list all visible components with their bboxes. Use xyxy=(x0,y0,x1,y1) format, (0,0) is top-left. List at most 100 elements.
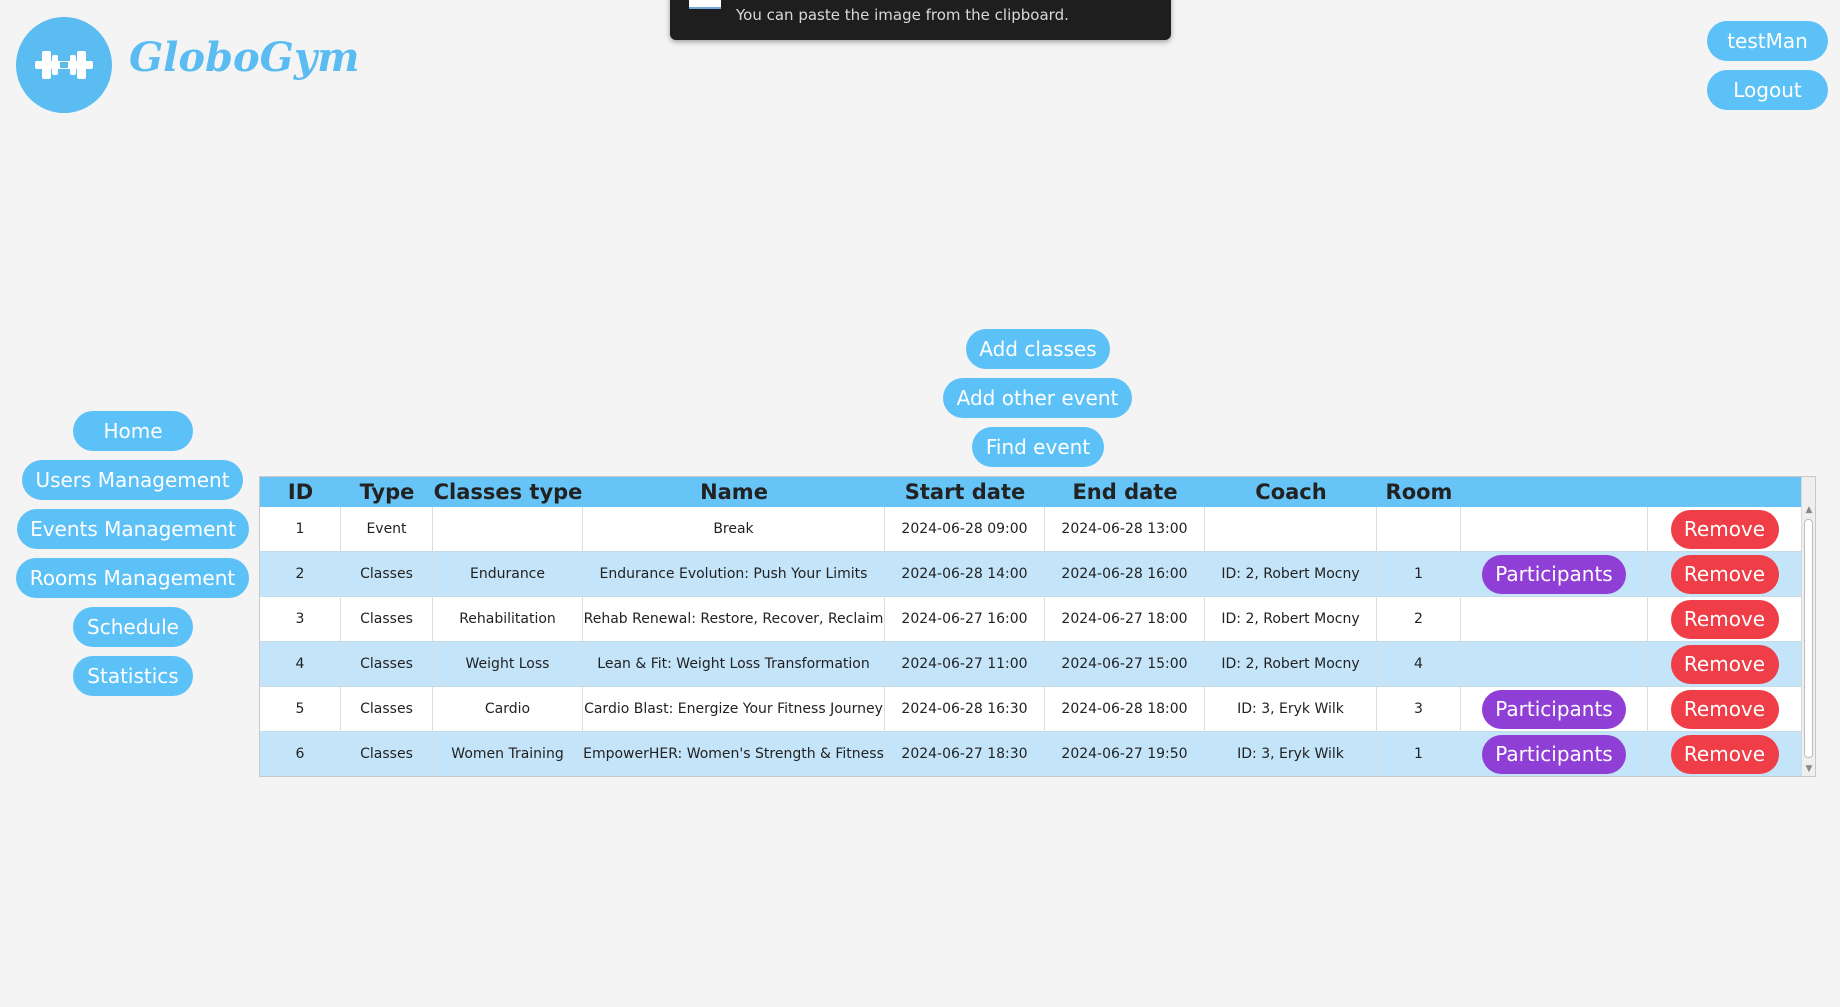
remove-button[interactable]: Remove xyxy=(1670,644,1779,684)
cell-id: 6 xyxy=(260,732,341,776)
cell-remove: Remove xyxy=(1648,597,1801,641)
cell-remove: Remove xyxy=(1648,507,1801,551)
column-header-classes-type[interactable]: Classes type xyxy=(433,477,583,507)
cell-type: Classes xyxy=(341,552,433,596)
column-header-id[interactable]: ID xyxy=(260,477,341,507)
cell-type: Classes xyxy=(341,642,433,686)
cell-start-date: 2024-06-27 16:00 xyxy=(885,597,1045,641)
logout-button[interactable]: Logout xyxy=(1707,70,1828,110)
cell-id: 1 xyxy=(260,507,341,551)
column-header-end-date[interactable]: End date xyxy=(1045,477,1205,507)
remove-button[interactable]: Remove xyxy=(1670,554,1779,594)
cell-name: Lean & Fit: Weight Loss Transformation xyxy=(583,642,885,686)
image-thumbnail-icon xyxy=(689,0,721,9)
sidebar-item-events-management[interactable]: Events Management xyxy=(17,509,249,549)
cell-coach: ID: 2, Robert Mocny xyxy=(1205,642,1377,686)
cell-start-date: 2024-06-28 16:30 xyxy=(885,687,1045,731)
cell-room: 1 xyxy=(1377,732,1461,776)
cell-remove: Remove xyxy=(1648,552,1801,596)
table-vertical-scrollbar[interactable]: ▲ ▼ xyxy=(1801,477,1815,776)
sidebar-item-home[interactable]: Home xyxy=(73,411,193,451)
table-header: ID Type Classes type Name Start date End… xyxy=(260,477,1801,507)
find-event-button[interactable]: Find event xyxy=(972,427,1104,467)
cell-room xyxy=(1377,507,1461,551)
remove-button[interactable]: Remove xyxy=(1670,734,1779,774)
cell-type: Event xyxy=(341,507,433,551)
scroll-up-arrow-icon[interactable]: ▲ xyxy=(1803,503,1815,517)
cell-remove: Remove xyxy=(1648,732,1801,776)
add-other-event-button[interactable]: Add other event xyxy=(943,378,1132,418)
add-classes-button[interactable]: Add classes xyxy=(966,329,1110,369)
cell-id: 4 xyxy=(260,642,341,686)
sidebar-item-statistics[interactable]: Statistics xyxy=(73,656,193,696)
cell-classes-type: Women Training xyxy=(433,732,583,776)
table-row[interactable]: 4 Classes Weight Loss Lean & Fit: Weight… xyxy=(260,642,1801,687)
cell-end-date: 2024-06-28 13:00 xyxy=(1045,507,1205,551)
table-row[interactable]: 2 Classes Endurance Endurance Evolution:… xyxy=(260,552,1801,597)
brand-name: GloboGym xyxy=(129,34,360,81)
cell-name: Cardio Blast: Energize Your Fitness Jour… xyxy=(583,687,885,731)
participants-button[interactable]: Participants xyxy=(1482,554,1626,594)
sidebar-item-schedule[interactable]: Schedule xyxy=(73,607,193,647)
cell-coach: ID: 3, Eryk Wilk xyxy=(1205,732,1377,776)
cell-type: Classes xyxy=(341,732,433,776)
cell-name: Break xyxy=(583,507,885,551)
column-header-name[interactable]: Name xyxy=(583,477,885,507)
table-row[interactable]: 3 Classes Rehabilitation Rehab Renewal: … xyxy=(260,597,1801,642)
username-button[interactable]: testMan xyxy=(1707,21,1828,61)
column-header-start-date[interactable]: Start date xyxy=(885,477,1045,507)
cell-room: 1 xyxy=(1377,552,1461,596)
cell-coach: ID: 2, Robert Mocny xyxy=(1205,552,1377,596)
participants-button[interactable]: Participants xyxy=(1482,689,1626,729)
cell-id: 5 xyxy=(260,687,341,731)
cell-end-date: 2024-06-28 18:00 xyxy=(1045,687,1205,731)
table-row[interactable]: 5 Classes Cardio Cardio Blast: Energize … xyxy=(260,687,1801,732)
cell-remove: Remove xyxy=(1648,687,1801,731)
column-header-type[interactable]: Type xyxy=(341,477,433,507)
cell-participants: Participants xyxy=(1461,687,1648,731)
sidebar-item-rooms-management[interactable]: Rooms Management xyxy=(16,558,249,598)
cell-start-date: 2024-06-28 09:00 xyxy=(885,507,1045,551)
participants-button[interactable]: Participants xyxy=(1482,734,1626,774)
toast-message: You can paste the image from the clipboa… xyxy=(736,6,1069,24)
cell-remove: Remove xyxy=(1648,642,1801,686)
cell-coach: ID: 3, Eryk Wilk xyxy=(1205,687,1377,731)
cell-classes-type xyxy=(433,507,583,551)
cell-type: Classes xyxy=(341,597,433,641)
cell-classes-type: Endurance xyxy=(433,552,583,596)
cell-classes-type: Rehabilitation xyxy=(433,597,583,641)
cell-name: EmpowerHER: Women's Strength & Fitness xyxy=(583,732,885,776)
cell-name: Rehab Renewal: Restore, Recover, Reclaim xyxy=(583,597,885,641)
table-row[interactable]: 6 Classes Women Training EmpowerHER: Wom… xyxy=(260,732,1801,776)
logo xyxy=(16,17,112,113)
remove-button[interactable]: Remove xyxy=(1670,599,1779,639)
dumbbell-icon xyxy=(35,51,93,79)
remove-button[interactable]: Remove xyxy=(1670,509,1779,549)
cell-classes-type: Cardio xyxy=(433,687,583,731)
cell-classes-type: Weight Loss xyxy=(433,642,583,686)
cell-room: 3 xyxy=(1377,687,1461,731)
cell-coach: ID: 2, Robert Mocny xyxy=(1205,597,1377,641)
cell-room: 4 xyxy=(1377,642,1461,686)
events-table: ID Type Classes type Name Start date End… xyxy=(259,476,1816,777)
cell-start-date: 2024-06-28 14:00 xyxy=(885,552,1045,596)
cell-end-date: 2024-06-27 19:50 xyxy=(1045,732,1205,776)
clipboard-toast: You can paste the image from the clipboa… xyxy=(670,0,1171,40)
sidebar-item-users-management[interactable]: Users Management xyxy=(22,460,243,500)
column-header-remove xyxy=(1648,477,1801,507)
column-header-room[interactable]: Room xyxy=(1377,477,1461,507)
remove-button[interactable]: Remove xyxy=(1670,689,1779,729)
cell-id: 2 xyxy=(260,552,341,596)
cell-start-date: 2024-06-27 18:30 xyxy=(885,732,1045,776)
table-body: 1 Event Break 2024-06-28 09:00 2024-06-2… xyxy=(260,507,1801,776)
cell-participants xyxy=(1461,597,1648,641)
cell-coach xyxy=(1205,507,1377,551)
column-header-coach[interactable]: Coach xyxy=(1205,477,1377,507)
scrollbar-thumb[interactable] xyxy=(1804,519,1813,758)
table-row[interactable]: 1 Event Break 2024-06-28 09:00 2024-06-2… xyxy=(260,507,1801,552)
cell-id: 3 xyxy=(260,597,341,641)
cell-name: Endurance Evolution: Push Your Limits xyxy=(583,552,885,596)
scroll-down-arrow-icon[interactable]: ▼ xyxy=(1803,762,1815,776)
cell-room: 2 xyxy=(1377,597,1461,641)
cell-end-date: 2024-06-28 16:00 xyxy=(1045,552,1205,596)
